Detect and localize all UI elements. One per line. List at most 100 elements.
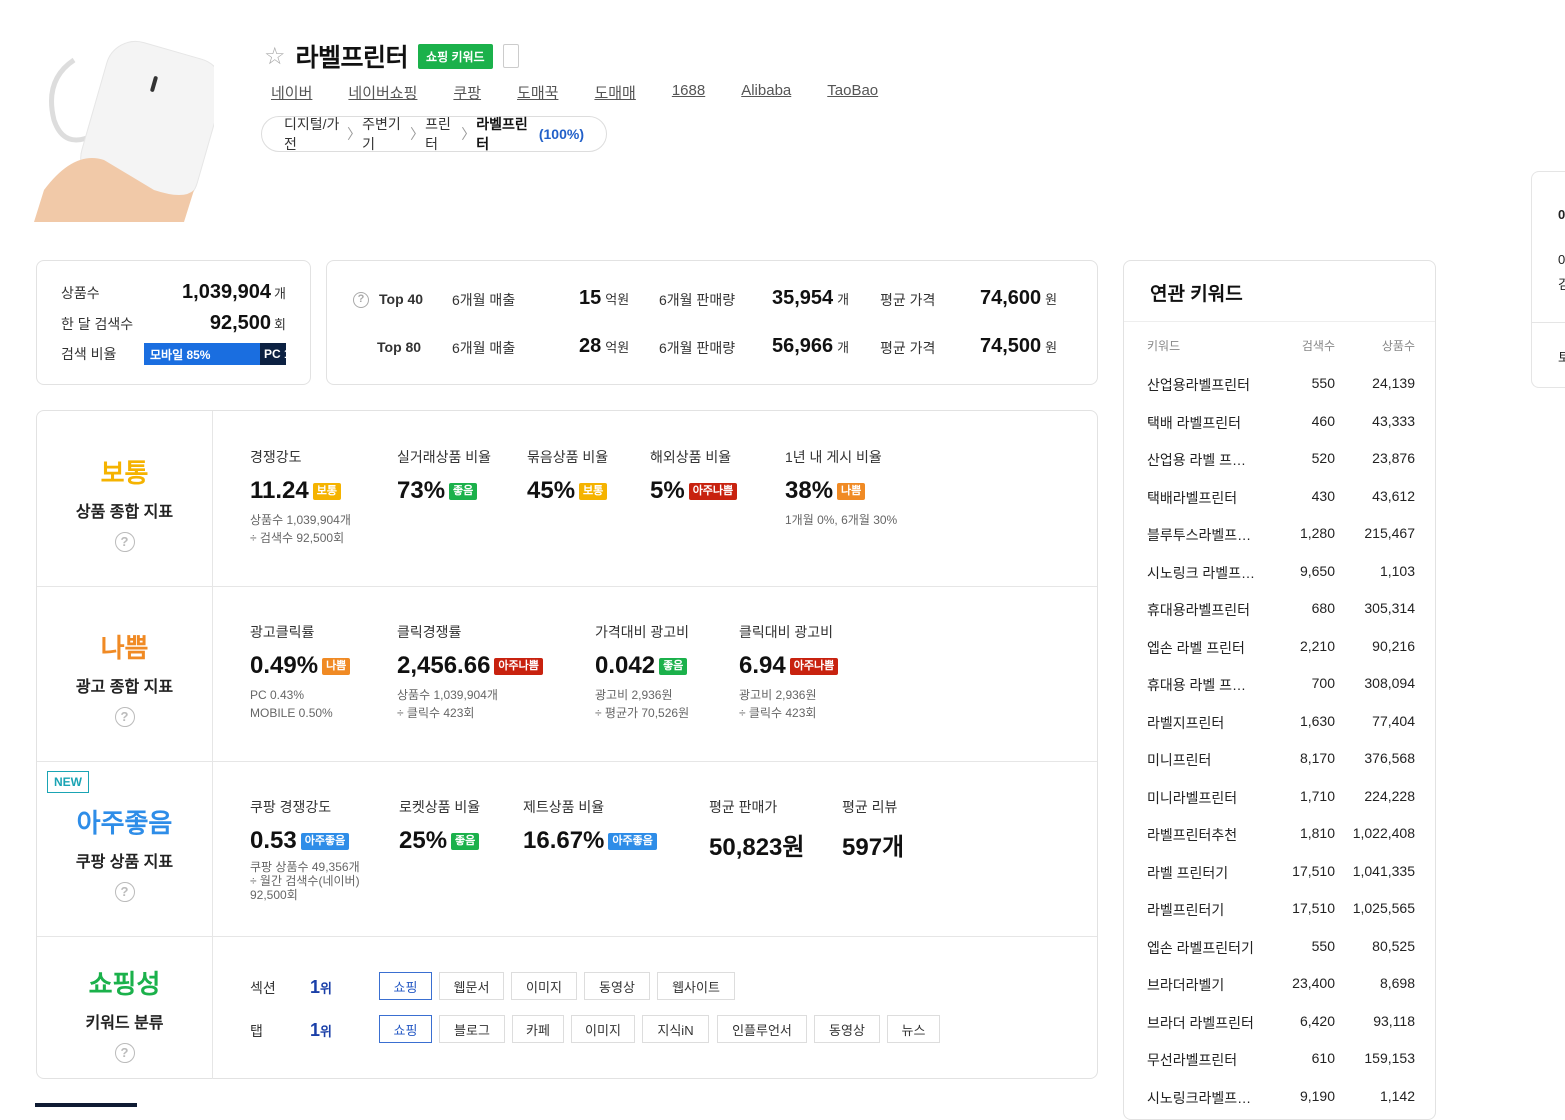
sales-unit: 억원	[605, 340, 630, 355]
related-keyword: 택배라벨프린터	[1147, 489, 1238, 506]
coupang-grade: 아주좋음	[76, 808, 173, 838]
related-keyword-searches: 1,630	[1299, 712, 1335, 729]
related-keyword: 엡손 라벨프린터기	[1147, 939, 1254, 956]
related-keyword: 엡손 라벨 프린터	[1147, 639, 1245, 656]
tab-chip-blog[interactable]: 블로그	[439, 1015, 505, 1043]
metric-value: 45%	[527, 477, 576, 504]
related-keyword-products: 80,525	[1372, 937, 1415, 954]
breadcrumb-current: 라벨프린터	[476, 116, 528, 152]
metric-note: 92,500회	[250, 887, 298, 902]
related-keyword: 미니프린터	[1147, 752, 1212, 768]
side-text: 검	[1558, 277, 1565, 292]
qty-value: 56,966	[772, 335, 834, 357]
empty-tag	[502, 44, 519, 68]
link-alibaba[interactable]: Alibaba	[741, 82, 791, 103]
ratio-label: 검색 비율	[61, 346, 117, 362]
section-chip-shopping[interactable]: 쇼핑	[379, 972, 432, 1000]
ad-index-summary: 나쁨 광고 종합 지표 ?	[37, 586, 213, 761]
ad-grade: 나쁨	[100, 633, 149, 663]
metric-note: ÷ 클릭수 423회	[397, 706, 475, 720]
metric-click-competition: 클릭경쟁률 2,456.66 아주나쁨 상품수 1,039,904개 ÷ 클릭수 4…	[397, 622, 543, 722]
product-index-name: 상품 종합 지표	[75, 504, 174, 521]
help-icon[interactable]: ?	[353, 292, 369, 308]
metric-note: ÷ 검색수 92,500회	[250, 531, 345, 545]
metric-value: 11.24	[250, 477, 309, 504]
tab-chip-news[interactable]: 뉴스	[887, 1015, 940, 1043]
metric-note: 상품수 1,039,904개	[397, 688, 498, 702]
metric-value: 25%	[399, 827, 448, 854]
section-label: 섹션	[250, 980, 276, 996]
products-unit: 개	[274, 286, 286, 301]
breadcrumb: 디지털/가전 〉 주변기기 〉 프린터 〉 라벨프린터 (100%)	[261, 116, 607, 152]
tab-chip-shopping[interactable]: 쇼핑	[379, 1015, 432, 1043]
metric-rocket: 로켓상품 비율 25% 좋음	[399, 797, 480, 855]
help-icon[interactable]: ?	[114, 1043, 135, 1063]
qty-label: 6개월 판매량	[659, 340, 736, 356]
page-title: 라벨프린터	[295, 44, 409, 72]
link-domeggook[interactable]: 도매꾹	[517, 82, 558, 103]
top-sales-stats: ? Top 40 6개월 매출 15 억원 6개월 판매량 35,954 개 평균 …	[326, 260, 1098, 385]
related-keyword-products: 43,612	[1372, 487, 1415, 504]
breadcrumb-item: 디지털/가전	[284, 116, 340, 152]
breadcrumb-percent: (100%)	[538, 126, 584, 142]
section-chip-video[interactable]: 동영상	[584, 972, 650, 1000]
metric-note: 광고비 2,936원	[595, 688, 673, 702]
metric-value: 73%	[397, 477, 446, 504]
bottom-tab-indicator[interactable]	[35, 1103, 137, 1107]
related-keyword-searches: 9,190	[1299, 1087, 1335, 1104]
metric-note: 쿠팡 상품수 49,356개	[250, 860, 360, 874]
tab-chip-cafe[interactable]: 카페	[512, 1015, 564, 1043]
status-badge: 좋음	[659, 657, 688, 675]
coupang-index-row: NEW 아주좋음 쿠팡 상품 지표 ? 쿠팡 경쟁강도 0.53 아주좋음 쿠팡 …	[37, 761, 1097, 937]
rank-unit: 위	[320, 981, 332, 996]
col-keyword: 키워드	[1147, 339, 1181, 353]
tab-chip-video[interactable]: 동영상	[814, 1015, 880, 1043]
related-keyword-searches: 9,650	[1299, 562, 1335, 579]
metric-ad-ctr: 광고클릭률 0.49% 나쁨 PC 0.43% MOBILE 0.50%	[250, 622, 351, 722]
price-label: 평균 가격	[880, 292, 936, 308]
status-badge: 아주좋음	[608, 832, 657, 850]
link-taobao[interactable]: TaoBao	[827, 82, 878, 103]
related-keyword-products: 23,876	[1372, 450, 1415, 466]
side-text: 토	[1558, 350, 1565, 365]
link-1688[interactable]: 1688	[672, 82, 705, 103]
related-keyword-searches: 17,510	[1292, 900, 1335, 916]
link-coupang[interactable]: 쿠팡	[453, 82, 481, 103]
link-domeme[interactable]: 도매매	[594, 82, 635, 103]
related-keyword-searches: 430	[1311, 487, 1335, 504]
related-keyword-searches: 1,810	[1299, 825, 1335, 841]
related-keyword-products: 215,467	[1364, 525, 1415, 541]
coupang-index-summary: NEW 아주좋음 쿠팡 상품 지표 ?	[37, 761, 213, 936]
pc-ratio: PC 15%	[260, 343, 308, 365]
related-keyword: 산업용라벨프린터	[1147, 377, 1251, 393]
related-keyword-products: 8,698	[1379, 975, 1415, 991]
tab-chip-image[interactable]: 이미지	[571, 1015, 635, 1043]
external-links: 네이버 네이버쇼핑 쿠팡 도매꾹 도매매 1688 Alibaba TaoBao	[271, 82, 914, 103]
side-text: 0	[1558, 252, 1565, 267]
metric-bundle: 묶음상품 비율 45% 보통	[527, 447, 608, 505]
related-keyword-searches: 6,420	[1299, 1012, 1335, 1029]
section-chip-webdoc[interactable]: 웹문서	[439, 972, 504, 1000]
related-keyword-products: 90,216	[1372, 637, 1415, 654]
star-icon[interactable]: ☆	[264, 42, 286, 71]
tab-chip-kin[interactable]: 지식iN	[642, 1015, 709, 1043]
help-icon[interactable]: ?	[114, 882, 135, 902]
status-badge: 아주좋음	[300, 832, 350, 850]
product-image	[34, 40, 214, 222]
section-chip-website[interactable]: 웹사이트	[657, 972, 735, 1000]
searches-label: 한 달 검색수	[61, 316, 134, 332]
related-keyword-searches: 2,210	[1299, 637, 1335, 654]
help-icon[interactable]: ?	[114, 707, 135, 727]
metric-value: 16.67%	[523, 827, 605, 854]
help-icon[interactable]: ?	[114, 532, 135, 552]
related-keyword-searches: 550	[1311, 937, 1335, 954]
related-keyword-searches: 610	[1311, 1050, 1335, 1066]
metric-value: 5%	[650, 477, 685, 504]
link-naver[interactable]: 네이버	[271, 82, 312, 103]
tab-chip-influencer[interactable]: 인플루언서	[717, 1015, 807, 1043]
status-badge: 아주나쁨	[789, 657, 839, 675]
link-naver-shopping[interactable]: 네이버쇼핑	[348, 82, 417, 103]
related-keyword-products: 376,568	[1364, 750, 1415, 766]
section-chip-image[interactable]: 이미지	[511, 972, 577, 1000]
metric-value: 0.53	[250, 827, 297, 854]
